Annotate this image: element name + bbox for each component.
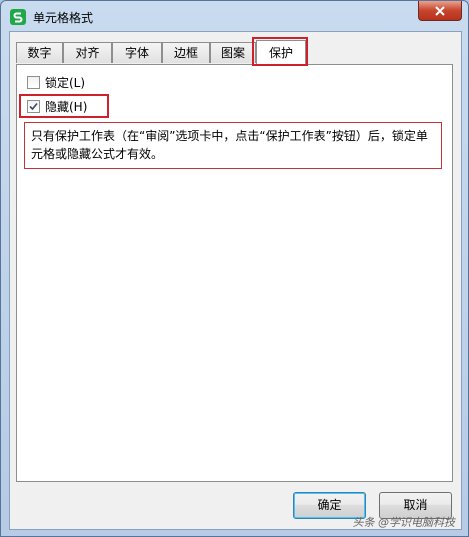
wps-spreadsheet-icon [10, 9, 26, 25]
checkmark-icon [29, 102, 38, 110]
watermark: 头条 @学识电脑科技 [352, 516, 456, 529]
tab-border[interactable]: 边框 [162, 42, 210, 63]
tab-patterns[interactable]: 图案 [210, 42, 256, 63]
protection-panel: 锁定(L) 隐藏(H) 只有保护工作表（在“审阅”选项卡中，点击“保护工作表”按… [16, 64, 453, 482]
tab-alignment[interactable]: 对齐 [63, 42, 112, 63]
locked-checkbox[interactable] [27, 75, 40, 89]
dialog-title: 单元格格式 [33, 11, 94, 25]
locked-option[interactable]: 锁定(L) [27, 74, 85, 90]
close-button[interactable] [418, 1, 462, 21]
hidden-option[interactable]: 隐藏(H) [27, 98, 87, 114]
tab-font[interactable]: 字体 [112, 42, 162, 63]
dialog-body: 数字 对齐 字体 边框 图案 保护 锁定(L) 隐藏(H) 只有保护工作表（在“… [9, 31, 462, 530]
hidden-checkbox[interactable] [27, 99, 40, 113]
tab-number[interactable]: 数字 [16, 42, 63, 63]
tab-protection[interactable]: 保护 [256, 40, 306, 66]
hidden-label: 隐藏(H) [45, 99, 88, 114]
protection-note: 只有保护工作表（在“审阅”选项卡中，点击“保护工作表”按钮）后，锁定单元格或隐藏… [24, 122, 442, 169]
title-bar[interactable]: 单元格格式 [1, 1, 468, 31]
format-cells-dialog: 单元格格式 数字 对齐 字体 边框 图案 保护 锁定(L) 隐藏(H) 只有保护… [0, 0, 469, 537]
locked-label: 锁定(L) [45, 75, 86, 90]
